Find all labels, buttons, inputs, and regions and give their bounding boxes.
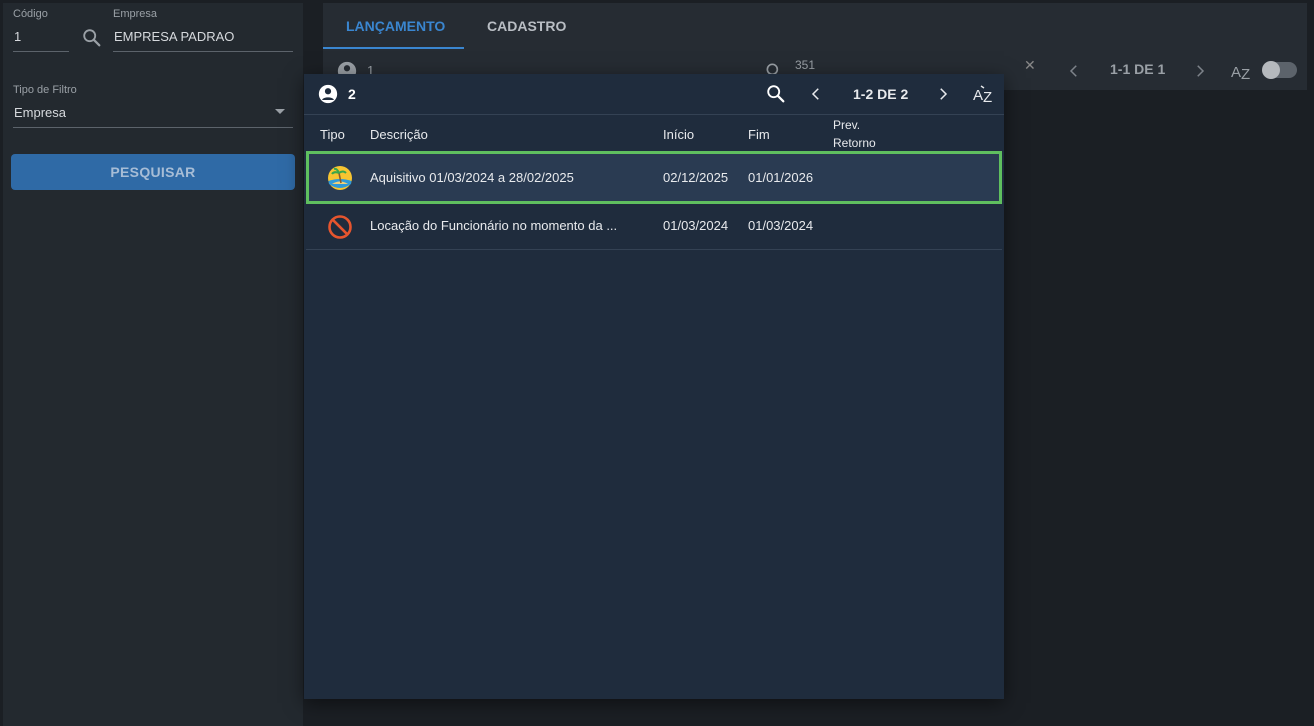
search-icon[interactable] (81, 27, 103, 49)
table-row[interactable]: Aquisitivo 01/03/2024 a 28/02/2025 02/12… (306, 151, 1002, 204)
svg-text:Z: Z (983, 89, 992, 106)
col-header-fim[interactable]: Fim (748, 127, 770, 142)
chevron-left-icon[interactable] (1065, 61, 1083, 81)
search-icon[interactable] (765, 83, 787, 105)
bg-search-value[interactable]: 351 (795, 58, 815, 72)
col-header-descricao[interactable]: Descrição (370, 127, 428, 142)
row-inicio: 02/12/2025 (663, 170, 729, 185)
svg-text:A: A (973, 87, 983, 104)
row-fim: 01/03/2024 (748, 218, 814, 233)
chevron-left-icon[interactable] (807, 84, 825, 104)
vacation-beach-icon (328, 166, 352, 190)
col-header-retorno[interactable]: Retorno (833, 136, 876, 150)
empresa-underline (113, 51, 293, 52)
table-row[interactable]: Locação do Funcionário no momento da ...… (306, 204, 1002, 250)
tipo-filtro-underline (13, 127, 293, 128)
svg-text:A: A (1231, 64, 1241, 81)
modal-pagination: 1-2 DE 2 (853, 86, 909, 102)
col-header-inicio[interactable]: Início (663, 127, 694, 142)
chevron-right-icon[interactable] (1191, 61, 1209, 81)
tab-cadastro[interactable]: CADASTRO (487, 18, 566, 34)
row-inicio: 01/03/2024 (663, 218, 729, 233)
sort-alpha-icon[interactable]: A Z (972, 82, 996, 106)
col-header-prev[interactable]: Prev. (833, 118, 860, 132)
bg-pagination: 1-1 DE 1 (1110, 61, 1166, 77)
codigo-underline (13, 51, 69, 52)
tipo-filtro-select[interactable]: Empresa (14, 105, 66, 120)
close-icon[interactable]: ✕ (1024, 57, 1036, 74)
tab-lancamento[interactable]: LANÇAMENTO (346, 18, 445, 34)
modal-count: 2 (348, 86, 356, 102)
col-header-tipo[interactable]: Tipo (320, 127, 345, 142)
codigo-input[interactable]: 1 (14, 29, 21, 44)
tipo-filtro-label: Tipo de Filtro (13, 84, 77, 96)
row-fim: 01/01/2026 (748, 170, 814, 185)
codigo-label: Código (13, 8, 48, 20)
account-circle-icon (318, 84, 338, 104)
svg-text:Z: Z (1241, 66, 1250, 83)
toggle-knob (1262, 61, 1280, 79)
row-descricao: Aquisitivo 01/03/2024 a 28/02/2025 (370, 170, 574, 185)
prohibited-icon (328, 215, 352, 239)
row-descricao: Locação do Funcionário no momento da ... (370, 218, 618, 233)
toggle-switch[interactable] (1262, 61, 1297, 79)
modal-header: 2 1-2 DE 2 A Z (304, 74, 1004, 115)
tab-indicator (323, 47, 464, 49)
empresa-input[interactable]: EMPRESA PADRAO (114, 29, 234, 44)
chevron-right-icon[interactable] (934, 84, 952, 104)
sort-alpha-icon[interactable]: A Z (1230, 59, 1254, 83)
pesquisar-button[interactable]: PESQUISAR (11, 154, 295, 190)
filter-panel: Código 1 Empresa EMPRESA PADRAO Tipo de … (3, 3, 303, 726)
selection-modal: 2 1-2 DE 2 A Z Tipo Descrição Início Fim… (304, 74, 1004, 699)
empresa-label: Empresa (113, 8, 158, 20)
chevron-down-icon[interactable] (275, 109, 285, 114)
